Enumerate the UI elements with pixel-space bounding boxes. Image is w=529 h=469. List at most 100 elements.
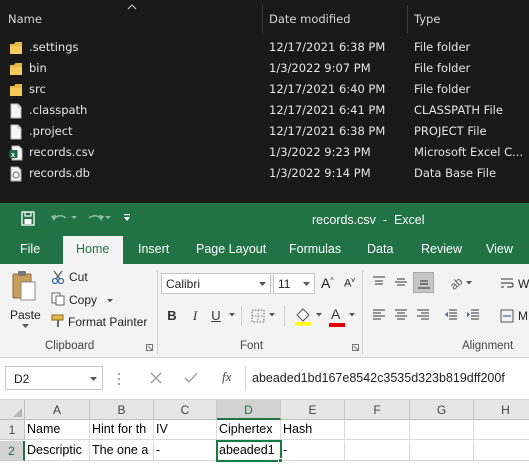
- file-explorer: Name Date modified Type .settings 12/17/2…: [0, 0, 529, 203]
- save-icon[interactable]: [21, 211, 35, 226]
- decrease-indent-icon[interactable]: [444, 308, 458, 322]
- cell[interactable]: -: [281, 441, 345, 461]
- file-row[interactable]: .settings 12/17/2021 6:38 PM File folder: [0, 37, 529, 58]
- column-header-date[interactable]: Date modified: [269, 12, 351, 26]
- align-center-icon[interactable]: [394, 308, 408, 322]
- column-header-a[interactable]: A: [25, 400, 90, 420]
- undo-dropdown-icon[interactable]: [71, 216, 77, 220]
- tab-insert[interactable]: Insert: [138, 242, 169, 256]
- file-row[interactable]: .project 12/17/2021 6:38 PM PROJECT File: [0, 121, 529, 142]
- select-all-corner[interactable]: [0, 400, 25, 420]
- cell[interactable]: [410, 441, 474, 461]
- wrap-text-icon[interactable]: [500, 277, 514, 291]
- confirm-entry-icon[interactable]: [184, 372, 198, 384]
- undo-icon[interactable]: [50, 212, 70, 224]
- row-header-2[interactable]: 2: [0, 441, 25, 461]
- tab-home[interactable]: Home: [76, 242, 109, 256]
- merge-center-icon[interactable]: [500, 309, 514, 323]
- paste-button[interactable]: Paste: [5, 268, 45, 334]
- tab-formulas[interactable]: Formulas: [289, 242, 341, 256]
- font-launcher-icon[interactable]: [352, 344, 359, 351]
- decrease-font-size-button[interactable]: Av: [343, 275, 361, 293]
- cell[interactable]: Descriptic: [25, 441, 90, 461]
- italic-button[interactable]: I: [187, 306, 203, 326]
- cut-button[interactable]: Cut: [49, 268, 99, 288]
- increase-indent-icon[interactable]: [466, 308, 480, 322]
- tab-data[interactable]: Data: [367, 242, 393, 256]
- column-header-b[interactable]: B: [90, 400, 154, 420]
- increase-font-size-button[interactable]: A^: [320, 275, 338, 293]
- orientation-icon[interactable]: ab: [448, 274, 464, 290]
- cut-label: Cut: [69, 270, 88, 284]
- orientation-dropdown-icon[interactable]: [466, 281, 472, 285]
- tab-file[interactable]: File: [20, 242, 40, 256]
- tab-page-layout[interactable]: Page Layout: [196, 242, 266, 256]
- ribbon-home: Paste Cut Copy Format Painter Clipboard …: [0, 264, 529, 358]
- underline-dropdown-icon[interactable]: [229, 313, 235, 317]
- redo-icon[interactable]: [85, 212, 105, 224]
- cell[interactable]: [474, 441, 529, 461]
- tab-view[interactable]: View: [486, 242, 513, 256]
- column-header-name[interactable]: Name: [8, 12, 42, 26]
- column-header-e[interactable]: E: [281, 400, 345, 420]
- font-color-icon: A: [331, 306, 341, 322]
- file-row[interactable]: .classpath 12/17/2021 6:41 PM CLASSPATH Fi…: [0, 100, 529, 121]
- align-bottom-button[interactable]: [413, 272, 434, 293]
- file-row[interactable]: records.db 1/3/2022 9:14 PM Data Base File: [0, 163, 529, 184]
- align-right-icon[interactable]: [416, 308, 430, 322]
- cell[interactable]: Hash: [281, 420, 345, 440]
- column-header-g[interactable]: G: [410, 400, 474, 420]
- clipboard-launcher-icon[interactable]: [146, 344, 153, 351]
- row-header-1[interactable]: 1: [0, 420, 25, 440]
- fill-color-icon[interactable]: [294, 306, 312, 326]
- cancel-entry-icon[interactable]: [150, 372, 162, 384]
- cell[interactable]: Ciphertex: [217, 420, 281, 440]
- column-header-d[interactable]: D: [217, 400, 281, 420]
- underline-button[interactable]: U: [208, 306, 224, 326]
- cell[interactable]: The one a: [90, 441, 154, 461]
- customize-toolbar-icon[interactable]: [123, 214, 131, 222]
- cell[interactable]: -: [154, 441, 217, 461]
- cell[interactable]: [345, 441, 410, 461]
- bold-button[interactable]: B: [164, 306, 180, 326]
- file-row[interactable]: x records.csv 1/3/2022 9:23 PM Microsoft Ex…: [0, 142, 529, 163]
- borders-icon[interactable]: [251, 309, 265, 323]
- chevron-down-icon: [259, 282, 266, 286]
- clipboard-group-label: Clipboard: [45, 340, 95, 352]
- cell[interactable]: Hint for th: [90, 420, 154, 440]
- borders-dropdown-icon[interactable]: [269, 313, 275, 317]
- tab-review[interactable]: Review: [421, 242, 462, 256]
- file-row[interactable]: bin 1/3/2022 9:07 PM File folder: [0, 58, 529, 79]
- font-color-dropdown-icon[interactable]: [349, 313, 355, 317]
- align-middle-icon[interactable]: [394, 275, 408, 289]
- column-header-c[interactable]: C: [154, 400, 217, 420]
- cell[interactable]: IV: [154, 420, 217, 440]
- cell[interactable]: abeaded1: [217, 441, 281, 461]
- formula-input[interactable]: abeaded1bd167e8542c3535d323b819dff200f: [245, 366, 529, 390]
- fill-handle[interactable]: [278, 458, 283, 463]
- column-header-f[interactable]: F: [345, 400, 410, 420]
- wrap-text-label[interactable]: W: [518, 277, 529, 291]
- copy-button[interactable]: Copy: [49, 290, 119, 310]
- align-top-icon[interactable]: [372, 275, 386, 289]
- cell[interactable]: [410, 420, 474, 440]
- file-name: bin: [29, 61, 47, 75]
- file-row[interactable]: src 12/17/2021 6:40 PM File folder: [0, 79, 529, 100]
- align-left-icon[interactable]: [372, 308, 386, 322]
- insert-function-button[interactable]: fx: [222, 369, 231, 385]
- cell[interactable]: [345, 420, 410, 440]
- fill-color-dropdown-icon[interactable]: [316, 313, 322, 317]
- name-box[interactable]: D2: [5, 366, 103, 390]
- column-header-h[interactable]: H: [474, 400, 529, 420]
- format-painter-button[interactable]: Format Painter: [49, 312, 154, 332]
- cell[interactable]: Name: [25, 420, 90, 440]
- cell[interactable]: [474, 420, 529, 440]
- resize-handle-icon[interactable]: [117, 372, 121, 386]
- column-header-type[interactable]: Type: [414, 12, 440, 26]
- font-name-select[interactable]: Calibri: [161, 273, 271, 294]
- redo-dropdown-icon[interactable]: [105, 216, 111, 220]
- font-size-select[interactable]: 11: [273, 273, 315, 294]
- font-color-button[interactable]: A: [327, 306, 347, 328]
- merge-label[interactable]: M: [518, 309, 528, 323]
- decrease-font-icon: Av: [344, 277, 355, 290]
